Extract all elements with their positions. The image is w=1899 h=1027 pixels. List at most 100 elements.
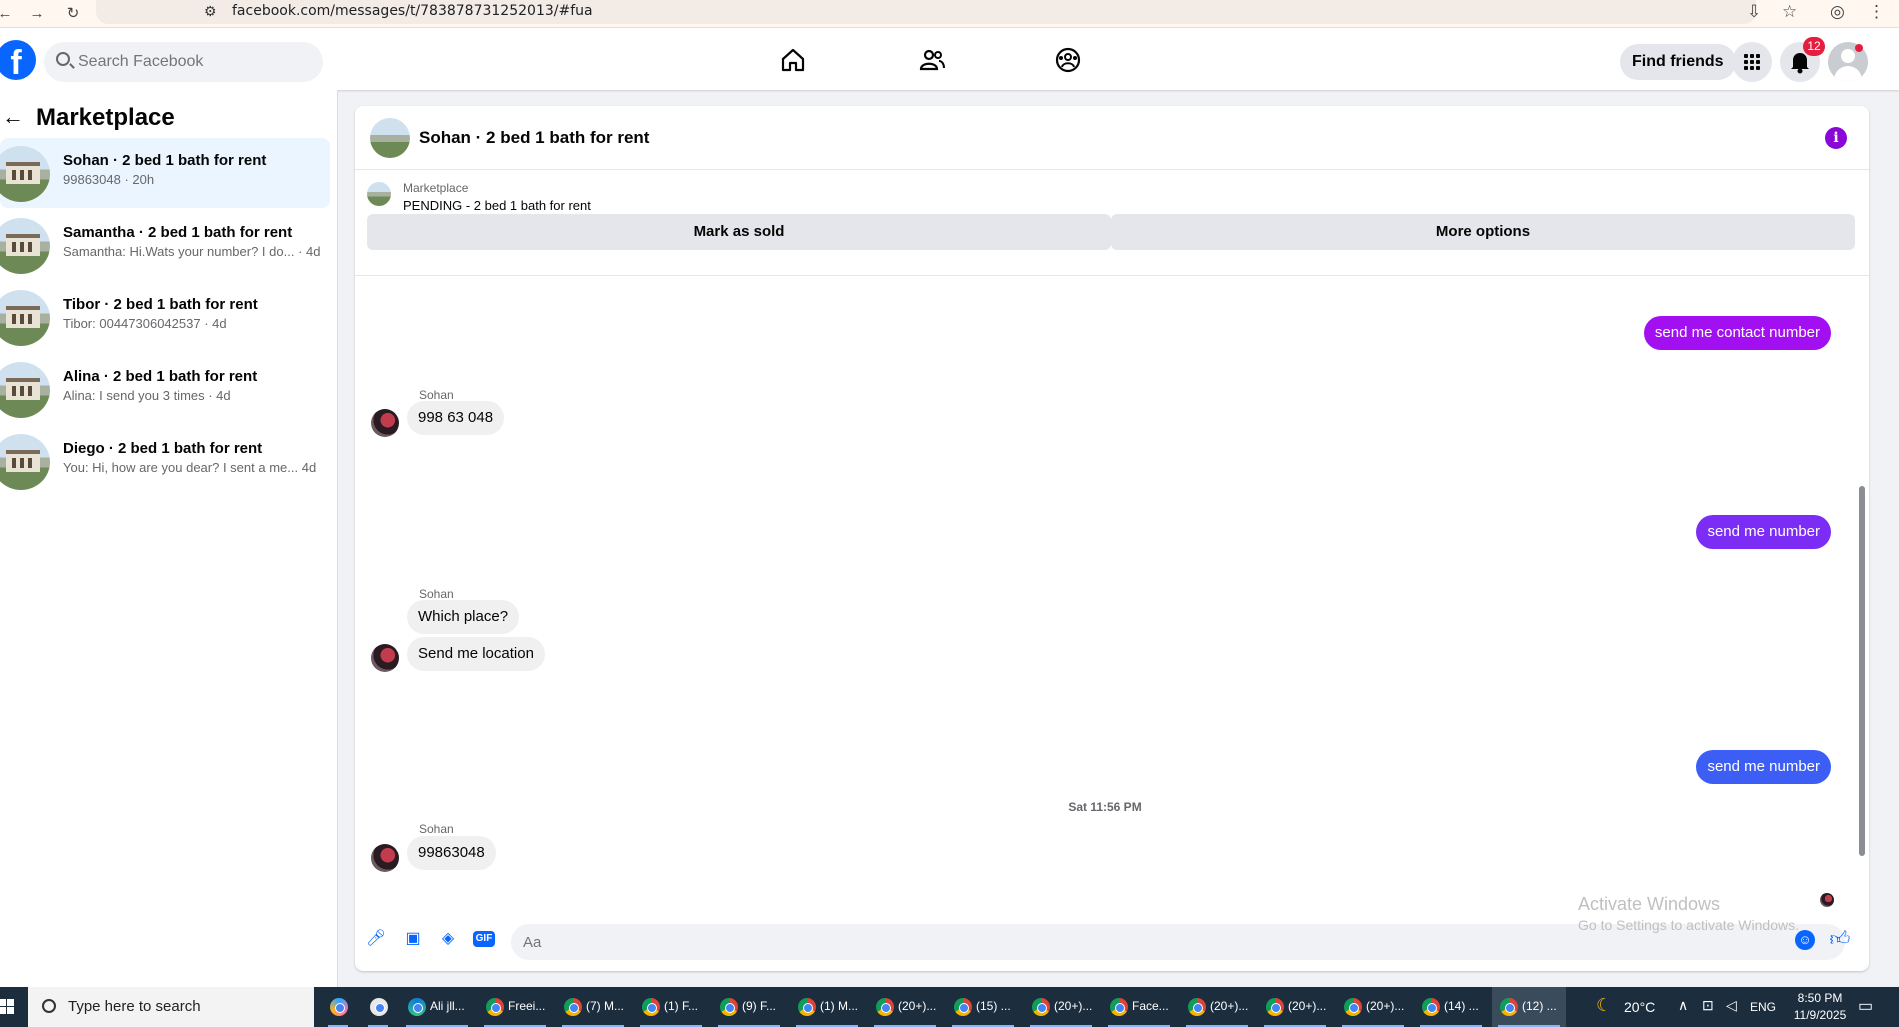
reload-icon[interactable]: ↻ — [62, 3, 84, 25]
moon-weather-icon[interactable]: ☾ — [1596, 995, 1612, 1016]
thumbs-up-icon[interactable]: 👍︎ — [1829, 928, 1851, 950]
address-bar[interactable]: ⚙ facebook.com/messages/t/78387873125201… — [96, 0, 1756, 24]
browser-menu-icon[interactable]: ⋮ — [1868, 2, 1885, 22]
taskbar-app[interactable]: Freei... — [478, 987, 552, 1027]
chat-header: Sohan · 2 bed 1 bath for rent i — [355, 106, 1869, 170]
emoji-icon[interactable]: ☺ — [1795, 930, 1815, 950]
taskbar-search[interactable]: Type here to search — [28, 987, 314, 1027]
taskbar-app[interactable]: (15) ... — [946, 987, 1020, 1027]
microphone-icon[interactable]: 🎤︎ — [365, 928, 387, 950]
conversation-item[interactable]: Diego · 2 bed 1 bath for rent You: Hi, h… — [0, 426, 330, 496]
taskbar-app[interactable]: Face... — [1102, 987, 1176, 1027]
conversation-item[interactable]: Samantha · 2 bed 1 bath for rent Samanth… — [0, 210, 330, 280]
site-settings-icon[interactable]: ⚙ — [204, 3, 217, 20]
clock-time[interactable]: 8:50 PM — [1790, 991, 1850, 1005]
gif-icon[interactable]: GIF — [473, 931, 495, 947]
profile-icon[interactable]: ◎ — [1830, 2, 1845, 22]
activate-windows-watermark: Activate Windows Go to Settings to activ… — [1578, 894, 1799, 933]
taskbar-app[interactable]: (20+)... — [1180, 987, 1254, 1027]
chrome-icon — [1110, 998, 1128, 1016]
chrome-icon — [642, 998, 660, 1016]
outgoing-message[interactable]: send me contact number — [1643, 316, 1831, 350]
edge-icon — [408, 998, 426, 1016]
language-indicator[interactable]: ENG — [1750, 1000, 1776, 1014]
taskbar-search-placeholder: Type here to search — [68, 998, 201, 1015]
sender-avatar[interactable] — [371, 409, 399, 437]
back-arrow-icon[interactable]: ← — [0, 3, 16, 25]
taskbar-app[interactable]: (7) M... — [556, 987, 630, 1027]
url-text: facebook.com/messages/t/783878731252013/… — [232, 3, 593, 19]
listing-thumbnail — [367, 182, 391, 206]
taskbar-app[interactable]: (20+)... — [1336, 987, 1410, 1027]
incoming-message[interactable]: 998 63 048 — [407, 401, 505, 435]
friends-icon[interactable] — [918, 46, 946, 74]
taskbar-app[interactable]: (14) ... — [1414, 987, 1488, 1027]
more-options-button[interactable]: More options — [1111, 214, 1855, 250]
chrome-icon — [1344, 998, 1362, 1016]
incoming-message[interactable]: 99863048 — [407, 836, 496, 870]
conversation-item[interactable]: Alina · 2 bed 1 bath for rent Alina: I s… — [0, 354, 330, 424]
mark-as-sold-button[interactable]: Mark as sold — [367, 214, 1111, 250]
conversation-item[interactable]: Tibor · 2 bed 1 bath for rent Tibor: 004… — [0, 282, 330, 352]
network-icon[interactable]: ⊡ — [1702, 997, 1714, 1014]
search-input[interactable] — [78, 42, 308, 82]
volume-icon[interactable]: ◁ — [1726, 997, 1737, 1014]
pinned-app[interactable] — [362, 987, 394, 1027]
taskbar-app-active[interactable]: (12) ... — [1492, 987, 1566, 1027]
scrollbar[interactable] — [1856, 276, 1868, 916]
listing-banner: Marketplace PENDING - 2 bed 1 bath for r… — [355, 170, 1869, 276]
sender-avatar[interactable] — [371, 844, 399, 872]
conversation-preview: 99863048 · 20h — [63, 172, 155, 187]
install-app-icon[interactable]: ⇩ — [1747, 2, 1761, 22]
clock-date[interactable]: 11/9/2025 — [1790, 1008, 1850, 1022]
notifications-center-icon[interactable]: ▭ — [1858, 996, 1873, 1016]
listing-thumbnail — [0, 362, 50, 418]
conversation-name: Sohan · 2 bed 1 bath for rent — [63, 152, 267, 169]
incoming-message[interactable]: Send me location — [407, 637, 545, 671]
info-icon[interactable]: i — [1825, 127, 1847, 149]
chrome-icon — [1032, 998, 1050, 1016]
windows-taskbar: Type here to search Ali jll... Freei... … — [0, 987, 1899, 1027]
bookmark-star-icon[interactable]: ☆ — [1782, 2, 1797, 22]
home-icon[interactable] — [779, 46, 807, 74]
menu-button[interactable] — [1732, 42, 1772, 82]
sender-avatar[interactable] — [371, 644, 399, 672]
photo-icon[interactable]: ▣ — [402, 928, 424, 950]
listing-thumbnail — [0, 218, 50, 274]
forward-arrow-icon[interactable]: → — [26, 3, 48, 25]
chat-title[interactable]: Sohan · 2 bed 1 bath for rent — [419, 128, 649, 148]
groups-icon[interactable] — [1054, 46, 1082, 74]
back-arrow-icon[interactable]: ← — [2, 104, 24, 130]
facebook-search[interactable] — [44, 42, 323, 82]
taskbar-app[interactable]: (20+)... — [1024, 987, 1098, 1027]
taskbar-app[interactable]: (20+)... — [1258, 987, 1332, 1027]
taskbar-app[interactable]: Ali jll... — [400, 987, 474, 1027]
taskbar-app[interactable]: (1) F... — [634, 987, 708, 1027]
watermark-line-2: Go to Settings to activate Windows. — [1578, 917, 1799, 933]
taskbar-app[interactable]: (1) M... — [790, 987, 864, 1027]
browser-toolbar: ← → ↻ ⚙ facebook.com/messages/t/78387873… — [0, 0, 1899, 28]
conversation-name: Tibor · 2 bed 1 bath for rent — [63, 296, 258, 313]
chevron-up-icon[interactable]: ∧ — [1678, 997, 1688, 1014]
copilot-app[interactable] — [322, 987, 354, 1027]
find-friends-button[interactable]: Find friends — [1620, 44, 1736, 80]
marketplace-sidebar: ← Marketplace Sohan · 2 bed 1 bath for r… — [0, 90, 338, 987]
weather-temperature[interactable]: 20°C — [1624, 999, 1655, 1015]
listing-thumbnail — [0, 146, 50, 202]
chrome-icon — [1266, 998, 1284, 1016]
incoming-message[interactable]: Which place? — [407, 600, 520, 634]
conversation-item[interactable]: Sohan · 2 bed 1 bath for rent 99863048 ·… — [0, 138, 330, 208]
windows-start-icon[interactable] — [0, 999, 14, 1015]
chat-panel: Sohan · 2 bed 1 bath for rent i Marketpl… — [355, 106, 1869, 971]
outgoing-message[interactable]: send me number — [1696, 515, 1831, 549]
taskbar-app[interactable]: (9) F... — [712, 987, 786, 1027]
scrollbar-thumb[interactable] — [1859, 486, 1865, 856]
facebook-logo-icon[interactable]: f — [0, 40, 36, 80]
marketplace-label: Marketplace — [403, 181, 469, 195]
outgoing-message[interactable]: send me number — [1696, 750, 1831, 784]
sticker-icon[interactable]: ◈ — [437, 928, 459, 950]
watermark-line-1: Activate Windows — [1578, 894, 1721, 914]
search-icon — [42, 999, 56, 1013]
taskbar-app[interactable]: (20+)... — [868, 987, 942, 1027]
listing-thumbnail[interactable] — [370, 118, 410, 158]
